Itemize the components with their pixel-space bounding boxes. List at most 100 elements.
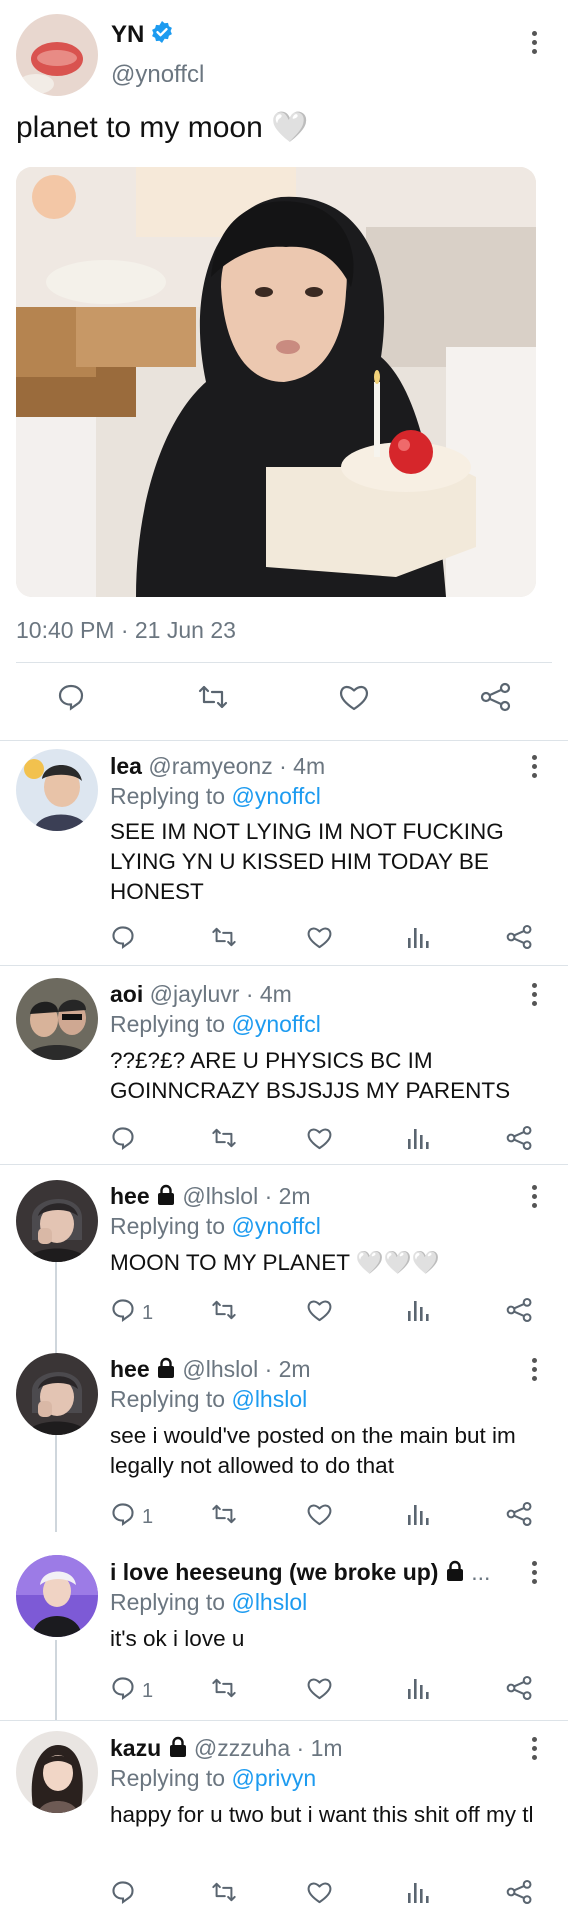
- analytics-icon[interactable]: [406, 1501, 430, 1527]
- like-icon[interactable]: [306, 1879, 333, 1905]
- replying-to: Replying to @lhslol: [110, 1386, 307, 1413]
- share-icon[interactable]: [506, 1501, 533, 1527]
- analytics-icon[interactable]: [406, 1125, 430, 1151]
- more-options-icon[interactable]: [530, 1185, 538, 1208]
- reply-display-name: hee: [110, 1183, 150, 1209]
- analytics-icon[interactable]: [406, 924, 430, 950]
- reply-display-name: kazu: [110, 1735, 162, 1761]
- post-photo[interactable]: [16, 167, 536, 597]
- retweet-icon[interactable]: [210, 1297, 238, 1323]
- author-avatar[interactable]: [16, 14, 98, 96]
- reply-avatar[interactable]: [16, 1555, 98, 1637]
- reply-author[interactable]: lea @ramyeonz · 4m: [110, 753, 325, 780]
- reply-author[interactable]: hee @lhslol · 2m: [110, 1356, 311, 1385]
- more-options-icon[interactable]: [530, 983, 538, 1006]
- reply-handle: @ramyeonz · 4m: [148, 753, 326, 779]
- reply-avatar[interactable]: [16, 1353, 98, 1435]
- reply-avatar[interactable]: [16, 1731, 98, 1813]
- reply-author[interactable]: hee @lhslol · 2m: [110, 1183, 311, 1212]
- replying-to-link[interactable]: @privyn: [231, 1765, 316, 1791]
- retweet-icon[interactable]: [210, 1675, 238, 1701]
- reply-author[interactable]: aoi @jayluvr · 4m: [110, 981, 292, 1008]
- reply-hee-1[interactable]: hee @lhslol · 2m Replying to @ynoffcl MO…: [0, 1165, 568, 1335]
- share-icon[interactable]: [506, 1125, 533, 1151]
- reply-icon[interactable]: [110, 1879, 136, 1905]
- reply-icon[interactable]: [110, 1675, 136, 1701]
- reply-lea[interactable]: lea @ramyeonz · 4m Replying to @ynoffcl …: [0, 741, 568, 965]
- replying-label: Replying to: [110, 1765, 232, 1791]
- reply-text: SEE IM NOT LYING IM NOT FUCKING LYING YN…: [110, 819, 504, 904]
- reply-count: 1: [142, 1302, 154, 1324]
- display-name: YN: [111, 20, 145, 48]
- more-options-icon[interactable]: [530, 1561, 538, 1584]
- author-name[interactable]: YN: [111, 20, 174, 51]
- replying-label: Replying to: [110, 1386, 232, 1412]
- reply-icon[interactable]: [56, 682, 86, 712]
- more-options-icon[interactable]: [530, 31, 538, 54]
- like-icon[interactable]: [306, 1297, 333, 1323]
- reply-display-name: aoi: [110, 981, 144, 1007]
- author-handle[interactable]: @ynoffcl: [111, 61, 204, 89]
- reply-icon[interactable]: [110, 1501, 136, 1527]
- reply-hee-2[interactable]: hee @lhslol · 2m Replying to @lhslol see…: [0, 1339, 568, 1539]
- reply-icon[interactable]: [110, 1297, 136, 1323]
- protected-lock-icon: [156, 1184, 176, 1212]
- reply-handle: @jayluvr · 4m: [149, 981, 292, 1007]
- protected-lock-icon: [445, 1560, 465, 1588]
- reply-text: ??£?£? ARE U PHYSICS BC IM GOINNCRAZY BS…: [110, 1048, 511, 1103]
- share-icon[interactable]: [480, 682, 512, 712]
- replying-to-link[interactable]: @lhslol: [231, 1589, 307, 1615]
- reply-author[interactable]: kazu @zzzuha · 1m: [110, 1735, 343, 1764]
- analytics-icon[interactable]: [406, 1879, 430, 1905]
- reply-display-name: lea: [110, 753, 142, 779]
- like-icon[interactable]: [306, 924, 333, 950]
- reply-aoi[interactable]: aoi @jayluvr · 4m Replying to @ynoffcl ?…: [0, 966, 568, 1164]
- replying-label: Replying to: [110, 1011, 232, 1037]
- replying-label: Replying to: [110, 1213, 232, 1239]
- like-icon[interactable]: [306, 1501, 333, 1527]
- reply-avatar[interactable]: [16, 1180, 98, 1262]
- reply-count: 1: [142, 1680, 154, 1702]
- share-icon[interactable]: [506, 1297, 533, 1323]
- retweet-icon[interactable]: [210, 1879, 238, 1905]
- replying-to-link[interactable]: @ynoffcl: [231, 1213, 320, 1239]
- like-icon[interactable]: [306, 1675, 333, 1701]
- reply-handle: @lhslol · 2m: [182, 1183, 311, 1209]
- like-icon[interactable]: [338, 682, 370, 712]
- reply-avatar[interactable]: [16, 749, 98, 831]
- replying-to-link[interactable]: @ynoffcl: [231, 783, 320, 809]
- post-actions: [0, 656, 568, 742]
- retweet-icon[interactable]: [210, 1125, 238, 1151]
- reply-author[interactable]: i love heeseung (we broke up) ...: [110, 1559, 530, 1588]
- share-icon[interactable]: [506, 1879, 533, 1905]
- more-options-icon[interactable]: [530, 1737, 538, 1760]
- reply-icon[interactable]: [110, 1125, 136, 1151]
- replying-to: Replying to @ynoffcl: [110, 1213, 321, 1240]
- reply-icon[interactable]: [110, 924, 136, 950]
- reply-handle: @lhslol · 2m: [182, 1356, 311, 1382]
- retweet-icon[interactable]: [210, 1501, 238, 1527]
- reply-actions: 1: [110, 1675, 540, 1707]
- reply-actions: [110, 1879, 540, 1911]
- tweet-thread: YN @ynoffcl planet to my moon 🤍 10:40 PM…: [0, 0, 568, 1920]
- share-icon[interactable]: [506, 924, 533, 950]
- replying-to-link[interactable]: @ynoffcl: [231, 1011, 320, 1037]
- share-icon[interactable]: [506, 1675, 533, 1701]
- replying-to: Replying to @lhslol: [110, 1589, 307, 1616]
- replying-to-link[interactable]: @lhslol: [231, 1386, 307, 1412]
- like-icon[interactable]: [306, 1125, 333, 1151]
- more-options-icon[interactable]: [530, 755, 538, 778]
- reply-text: MOON TO MY PLANET 🤍🤍🤍: [110, 1250, 440, 1275]
- reply-handle: ...: [471, 1559, 491, 1585]
- replying-label: Replying to: [110, 1589, 232, 1615]
- analytics-icon[interactable]: [406, 1675, 430, 1701]
- retweet-icon[interactable]: [196, 682, 230, 712]
- reply-avatar[interactable]: [16, 978, 98, 1060]
- replying-label: Replying to: [110, 783, 232, 809]
- reply-heeseung[interactable]: i love heeseung (we broke up) ... Replyi…: [0, 1543, 568, 1719]
- reply-display-name: i love heeseung (we broke up): [110, 1559, 439, 1585]
- more-options-icon[interactable]: [530, 1358, 538, 1381]
- retweet-icon[interactable]: [210, 924, 238, 950]
- analytics-icon[interactable]: [406, 1297, 430, 1323]
- reply-kazu[interactable]: kazu @zzzuha · 1m Replying to @privyn ha…: [0, 1721, 568, 1920]
